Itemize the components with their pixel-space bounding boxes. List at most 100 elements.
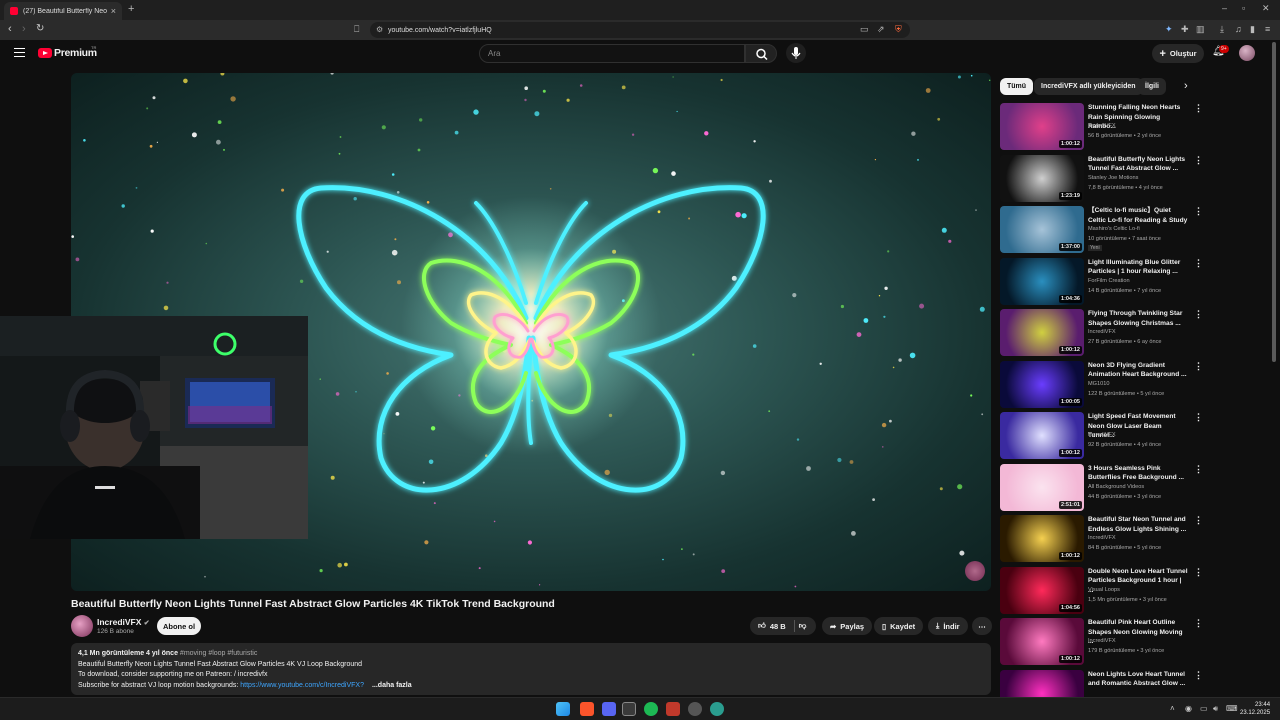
save-button[interactable]: ▯ Kaydet bbox=[874, 617, 924, 635]
extension-icon[interactable]: ✦ bbox=[1165, 24, 1173, 35]
voice-search-button[interactable] bbox=[786, 43, 806, 63]
video-thumbnail[interactable]: 1:37:00 bbox=[1000, 206, 1084, 253]
recommendation-title[interactable]: Beautiful Butterfly Neon Lights Tunnel F… bbox=[1088, 155, 1188, 174]
share-button[interactable]: ➦ Paylaş bbox=[822, 617, 873, 635]
recommendation-title[interactable]: Beautiful Star Neon Tunnel and Endless G… bbox=[1088, 515, 1188, 534]
windows-start-icon[interactable] bbox=[556, 702, 570, 716]
maximize-icon[interactable]: ▫ bbox=[1242, 3, 1245, 13]
hashtags[interactable]: #moving #loop #futuristic bbox=[180, 650, 257, 657]
dislike-button[interactable]: 👎︎ bbox=[799, 621, 807, 631]
more-vertical-icon[interactable]: ⋮ bbox=[1194, 103, 1203, 114]
browser-tab[interactable]: (27) Beautiful Butterfly Neon Lig × bbox=[4, 2, 122, 20]
chevron-right-icon[interactable]: › bbox=[1184, 80, 1188, 92]
recommendation-title[interactable]: Flying Through Twinkling Star Shapes Glo… bbox=[1088, 309, 1188, 328]
recommendation-channel[interactable]: Mashiro's Celtic Lo-fi bbox=[1088, 226, 1140, 232]
video-thumbnail[interactable]: 1:04:56 bbox=[1000, 566, 1084, 614]
more-vertical-icon[interactable]: ⋮ bbox=[1194, 258, 1203, 269]
more-vertical-icon[interactable]: ⋮ bbox=[1194, 309, 1203, 320]
menu-icon[interactable]: ≡ bbox=[1265, 24, 1270, 34]
search-button[interactable] bbox=[745, 44, 777, 63]
recommendation-item[interactable]: 1:00:05 Neon 3D Flying Gradient Animation… bbox=[1000, 360, 1210, 409]
tray-chevron-icon[interactable]: ˄ bbox=[1170, 704, 1175, 713]
recommendation-title[interactable]: Light Illuminating Blue Glitter Particle… bbox=[1088, 258, 1188, 277]
video-thumbnail[interactable]: 1:00:12 bbox=[1000, 103, 1084, 150]
recommendation-title[interactable]: 3 Hours Seamless Pink Butterflies Free B… bbox=[1088, 464, 1188, 483]
forward-icon[interactable]: › bbox=[22, 23, 26, 35]
channel-name[interactable]: IncrediVFX ✔ bbox=[97, 617, 150, 627]
recommendation-channel[interactable]: All Background Videos bbox=[1088, 484, 1144, 490]
page-scrollbar[interactable] bbox=[1272, 42, 1276, 362]
chip-from-uploader[interactable]: IncrediVFX adlı yükleyiciden bbox=[1034, 78, 1143, 95]
more-vertical-icon[interactable]: ⋮ bbox=[1194, 155, 1203, 166]
new-tab-button[interactable]: + bbox=[128, 3, 134, 15]
recommendation-item[interactable]: 2:51:01 3 Hours Seamless Pink Butterflies… bbox=[1000, 463, 1210, 512]
more-vertical-icon[interactable]: ⋮ bbox=[1194, 515, 1203, 526]
sidebar-icon[interactable]: ▥ bbox=[1196, 24, 1205, 35]
recommendation-item[interactable]: 1:23:19 Beautiful Butterfly Neon Lights T… bbox=[1000, 154, 1210, 203]
recommendation-item[interactable]: 1:00:12 Flying Through Twinkling Star Sha… bbox=[1000, 309, 1210, 357]
description-box[interactable]: 4,1 Mn görüntüleme 4 yıl önce #moving #l… bbox=[71, 643, 991, 695]
account-avatar[interactable] bbox=[1239, 45, 1255, 61]
minimize-icon[interactable]: – bbox=[1222, 3, 1227, 13]
volume-icon[interactable]: 🔊︎ bbox=[1213, 704, 1218, 714]
reload-icon[interactable]: ↻ bbox=[36, 23, 44, 34]
close-window-icon[interactable]: ✕ bbox=[1262, 3, 1270, 14]
more-vertical-icon[interactable]: ⋮ bbox=[1194, 618, 1203, 629]
recommendation-channel[interactable]: IncrediVFX bbox=[1088, 123, 1116, 129]
puzzle-icon[interactable]: ✚ bbox=[1181, 24, 1189, 35]
brave-shield-icon[interactable]: ⛨ bbox=[895, 24, 902, 35]
keyboard-icon[interactable]: ⌨ bbox=[1226, 704, 1238, 713]
subscribe-button[interactable]: Abone ol bbox=[157, 617, 201, 635]
channel-link[interactable]: https://www.youtube.com/c/IncrediVFX? bbox=[240, 682, 364, 689]
recommendation-channel[interactable]: Stanley Joe Motions bbox=[1088, 175, 1138, 181]
recommendation-item[interactable]: 1:04:56 Double Neon Love Heart Tunnel Par… bbox=[1000, 566, 1210, 615]
video-thumbnail[interactable]: 1:00:12 bbox=[1000, 412, 1084, 459]
brave-browser-icon[interactable] bbox=[580, 702, 594, 716]
obs-icon[interactable] bbox=[688, 702, 702, 716]
video-thumbnail[interactable]: 1:00:12 bbox=[1000, 309, 1084, 356]
recommendation-title[interactable]: Neon Lights Love Heart Tunnel and Romant… bbox=[1088, 670, 1188, 689]
chip-all[interactable]: Tümü bbox=[1000, 78, 1034, 95]
video-thumbnail[interactable]: 2:51:01 bbox=[1000, 463, 1084, 511]
app-icon[interactable] bbox=[666, 702, 680, 716]
recommendation-channel[interactable]: IncrediVFX bbox=[1088, 638, 1116, 644]
more-actions-button[interactable]: ⋯ bbox=[972, 617, 992, 635]
recommendation-title[interactable]: Neon 3D Flying Gradient Animation Heart … bbox=[1088, 361, 1188, 380]
media-icon[interactable]: ♫ bbox=[1235, 24, 1242, 34]
video-thumbnail[interactable]: 1:00:12 bbox=[1000, 515, 1084, 562]
more-vertical-icon[interactable]: ⋮ bbox=[1194, 206, 1203, 217]
screenshot-icon[interactable]: ▭ bbox=[860, 24, 869, 35]
recommendation-item[interactable]: 1:00:12 Light Speed Fast Movement Neon Gl… bbox=[1000, 412, 1210, 460]
share-icon[interactable]: ⇗ bbox=[877, 24, 885, 35]
recommendation-item[interactable]: 1:00:12 Beautiful Star Neon Tunnel and En… bbox=[1000, 515, 1210, 563]
more-vertical-icon[interactable]: ⋮ bbox=[1194, 361, 1203, 372]
recommendation-channel[interactable]: ForFilm Creation bbox=[1088, 278, 1130, 284]
site-info-icon[interactable]: ⚙ bbox=[376, 25, 383, 34]
more-vertical-icon[interactable]: ⋮ bbox=[1194, 412, 1203, 423]
tray-app-icon[interactable]: ◉ bbox=[1185, 704, 1192, 713]
video-thumbnail[interactable]: 1:00:05 bbox=[1000, 360, 1084, 408]
search-input[interactable]: Ara bbox=[479, 44, 745, 63]
channel-avatar[interactable] bbox=[71, 615, 93, 637]
edge-icon[interactable] bbox=[710, 702, 724, 716]
system-clock[interactable]: 23:44 23.12.2025 bbox=[1240, 701, 1270, 717]
recommendation-channel[interactable]: IncrediVFX bbox=[1088, 535, 1116, 541]
more-vertical-icon[interactable]: ⋮ bbox=[1194, 670, 1203, 681]
discord-icon[interactable] bbox=[602, 702, 616, 716]
hamburger-menu-icon[interactable] bbox=[14, 48, 25, 57]
like-button[interactable]: 👍︎ 48 B bbox=[758, 621, 786, 631]
recommendation-item[interactable]: 1:00:12 Stunning Falling Neon Hearts Rain… bbox=[1000, 103, 1210, 151]
url-field[interactable]: ⚙ youtube.com/watch?v=iatlzfjluHQ bbox=[370, 22, 910, 38]
show-more-button[interactable]: ...daha fazla bbox=[372, 682, 412, 689]
channel-watermark-icon[interactable] bbox=[965, 561, 985, 581]
download-icon[interactable]: ⤓ bbox=[1220, 24, 1224, 35]
recommendation-channel[interactable]: MG1010 bbox=[1088, 381, 1109, 387]
download-button[interactable]: ⤓ İndir bbox=[928, 617, 968, 635]
spotify-icon[interactable] bbox=[644, 702, 658, 716]
back-icon[interactable]: ‹ bbox=[8, 23, 12, 35]
more-vertical-icon[interactable]: ⋮ bbox=[1194, 464, 1203, 475]
create-button[interactable]: + Oluştur bbox=[1152, 44, 1204, 63]
recommendation-channel[interactable]: IncrediVFX bbox=[1088, 329, 1116, 335]
video-thumbnail[interactable]: 1:00:12 bbox=[1000, 618, 1084, 665]
chip-related[interactable]: İlgili bbox=[1138, 78, 1166, 95]
